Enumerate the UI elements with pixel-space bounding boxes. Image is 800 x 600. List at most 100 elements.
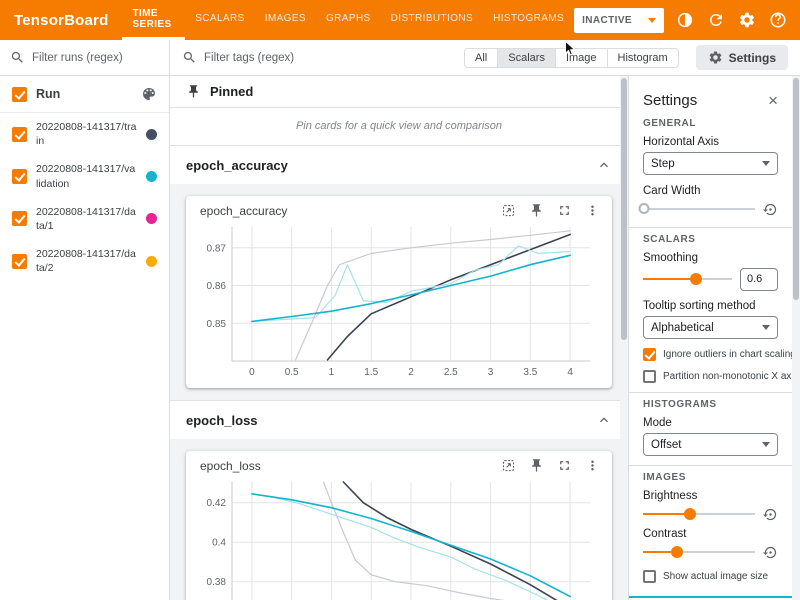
scrollbar-thumb[interactable]	[621, 78, 627, 340]
top-bar-actions: INACTIVE	[574, 0, 800, 40]
card-actions	[501, 458, 600, 473]
svg-text:0.85: 0.85	[207, 319, 227, 330]
run-checkbox[interactable]	[12, 254, 27, 269]
horizontal-axis-value: Step	[651, 158, 675, 170]
partition-x-axis-label: Partition non-monotonic X axis	[663, 371, 799, 382]
epoch-accuracy-card-area: epoch_accuracy	[170, 184, 628, 401]
horizontal-axis-label: Horizontal Axis	[643, 136, 778, 148]
images-section-heading: IMAGES	[643, 472, 778, 483]
run-row-data1[interactable]: 20220808-141317/data/1	[0, 198, 169, 240]
show-actual-size-checkbox[interactable]	[643, 570, 656, 583]
tab-images[interactable]: IMAGES	[255, 0, 316, 40]
palette-icon[interactable]	[141, 86, 157, 102]
tab-graphs[interactable]: GRAPHS	[316, 0, 381, 40]
reset-icon[interactable]	[763, 545, 778, 560]
tag-type-filter-group: All Scalars Image Histogram	[464, 48, 679, 68]
brightness-slider[interactable]	[643, 507, 755, 521]
runs-table-header: Run	[0, 76, 169, 113]
pin-card-icon[interactable]	[529, 203, 544, 218]
theme-toggle-icon[interactable]	[675, 10, 695, 30]
runs-column-header: Run	[36, 87, 132, 101]
chip-histogram[interactable]: Histogram	[607, 48, 679, 68]
tab-histograms[interactable]: HISTOGRAMS	[483, 0, 574, 40]
status-value: INACTIVE	[582, 15, 632, 26]
select-all-runs-checkbox[interactable]	[12, 87, 27, 102]
chip-image[interactable]: Image	[555, 48, 608, 68]
run-checkbox[interactable]	[12, 211, 27, 226]
partition-x-axis-row[interactable]: Partition non-monotonic X axis	[643, 370, 778, 383]
slider-thumb[interactable]	[639, 203, 650, 214]
main-scrollbar	[620, 76, 628, 600]
settings-button[interactable]: Settings	[696, 45, 788, 70]
card-actions	[501, 203, 600, 218]
run-checkbox[interactable]	[12, 127, 27, 142]
svg-text:4: 4	[567, 367, 573, 378]
runs-filter-area	[0, 40, 170, 75]
settings-panel-title: Settings	[643, 92, 697, 109]
ignore-outliers-checkbox[interactable]	[643, 348, 656, 361]
more-options-icon[interactable]	[585, 203, 600, 218]
chevron-up-icon[interactable]	[596, 412, 612, 428]
chevron-up-icon[interactable]	[596, 157, 612, 173]
chevron-down-icon	[762, 325, 770, 330]
tooltip-sorting-dropdown[interactable]: Alphabetical	[643, 316, 778, 339]
chip-scalars[interactable]: Scalars	[497, 48, 556, 68]
help-icon[interactable]	[768, 10, 788, 30]
reset-icon[interactable]	[763, 202, 778, 217]
reset-icon[interactable]	[763, 507, 778, 522]
histogram-mode-value: Offset	[651, 439, 681, 451]
run-color-dot	[146, 213, 157, 224]
fit-to-data-icon[interactable]	[501, 458, 516, 473]
tab-time-series[interactable]: TIME SERIES	[122, 0, 185, 40]
svg-text:0.86: 0.86	[207, 281, 227, 292]
contrast-slider[interactable]	[643, 545, 755, 559]
run-row-validation[interactable]: 20220808-141317/validation	[0, 155, 169, 197]
gear-icon[interactable]	[737, 10, 757, 30]
pinned-section-header: Pinned	[170, 76, 628, 108]
main-nav: TIME SERIES SCALARS IMAGES GRAPHS DISTRI…	[122, 0, 574, 40]
close-icon[interactable]: ×	[768, 92, 778, 109]
partition-x-axis-checkbox[interactable]	[643, 370, 656, 383]
smoothing-slider[interactable]	[643, 272, 732, 286]
epoch-accuracy-chart[interactable]: 00.511.522.533.540.850.860.87	[196, 220, 600, 382]
pin-icon	[186, 84, 201, 99]
run-name: 20220808-141317/data/1	[36, 205, 137, 233]
section-epoch-loss[interactable]: epoch_loss	[170, 401, 628, 439]
section-title: epoch_loss	[186, 413, 258, 428]
slider-thumb[interactable]	[690, 273, 702, 285]
run-checkbox[interactable]	[12, 169, 27, 184]
filter-tags-input[interactable]	[204, 52, 354, 64]
fit-to-data-icon[interactable]	[501, 203, 516, 218]
chip-all[interactable]: All	[464, 48, 498, 68]
run-row-train[interactable]: 20220808-141317/train	[0, 113, 169, 155]
card-width-slider[interactable]	[643, 202, 755, 216]
run-row-data2[interactable]: 20220808-141317/data/2	[0, 240, 169, 282]
section-epoch-accuracy[interactable]: epoch_accuracy	[170, 146, 628, 184]
ignore-outliers-row[interactable]: Ignore outliers in chart scaling	[643, 348, 778, 361]
chevron-down-icon	[762, 161, 770, 166]
top-bar: TensorBoard TIME SERIES SCALARS IMAGES G…	[0, 0, 800, 40]
more-options-icon[interactable]	[585, 458, 600, 473]
tensorboard-app: TensorBoard TIME SERIES SCALARS IMAGES G…	[0, 0, 800, 600]
contrast-label: Contrast	[643, 528, 778, 540]
epoch-loss-chart[interactable]: 0.360.380.40.42	[196, 475, 600, 600]
refresh-icon[interactable]	[706, 10, 726, 30]
tab-distributions[interactable]: DISTRIBUTIONS	[381, 0, 483, 40]
tab-scalars[interactable]: SCALARS	[185, 0, 255, 40]
pin-card-icon[interactable]	[529, 458, 544, 473]
status-dropdown[interactable]: INACTIVE	[574, 8, 664, 33]
chevron-down-icon	[648, 18, 656, 23]
ignore-outliers-label: Ignore outliers in chart scaling	[663, 349, 796, 360]
card-header: epoch_accuracy	[196, 201, 602, 220]
slider-thumb[interactable]	[671, 546, 683, 558]
show-actual-image-size-row[interactable]: Show actual image size	[643, 570, 778, 583]
histogram-mode-dropdown[interactable]: Offset	[643, 433, 778, 456]
smoothing-value-input[interactable]	[740, 268, 778, 291]
fullscreen-icon[interactable]	[557, 458, 572, 473]
slider-thumb[interactable]	[684, 508, 696, 520]
horizontal-axis-dropdown[interactable]: Step	[643, 152, 778, 175]
scrollbar-thumb[interactable]	[793, 78, 799, 300]
run-color-dot	[146, 256, 157, 267]
fullscreen-icon[interactable]	[557, 203, 572, 218]
filter-runs-input[interactable]	[32, 52, 157, 64]
